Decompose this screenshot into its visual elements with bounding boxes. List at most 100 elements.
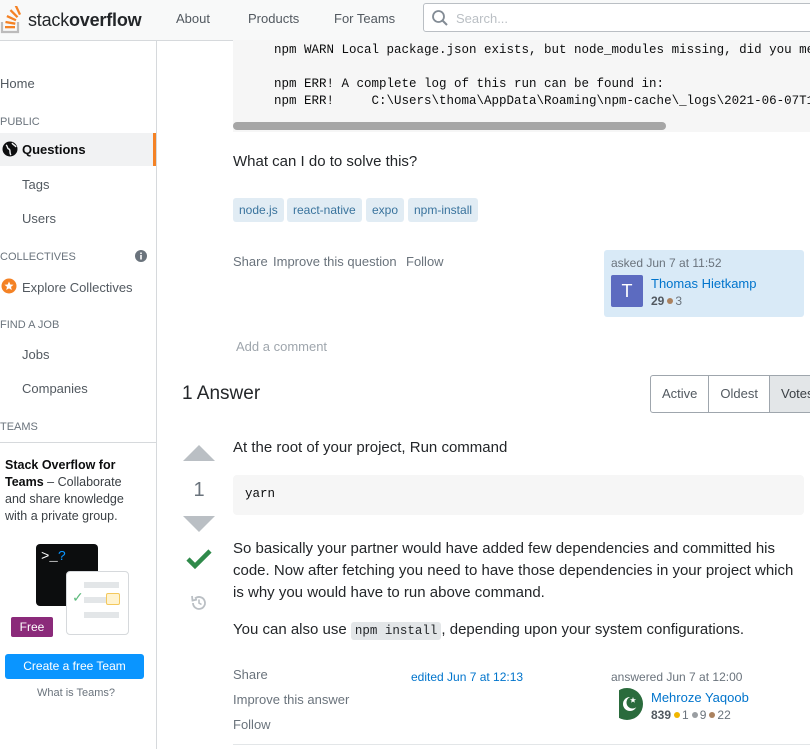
horizontal-scrollbar[interactable] [233,122,666,130]
teams-illustration: >_? ✓ Free [10,541,130,667]
logo-text: stackoverflow [28,9,142,31]
add-comment-link[interactable]: Add a comment [236,339,327,354]
tag-nodejs[interactable]: node.js [233,198,284,222]
gold-badge-icon [674,712,681,719]
code-line: npm ERR! A complete log of this run can … [274,77,664,91]
answered-timestamp: answered Jun 7 at 12:00 [611,670,743,684]
tag-npm-install[interactable]: npm-install [408,198,479,222]
nav-about[interactable]: About [176,11,210,26]
answer-divider [233,744,810,745]
answer-edited-link[interactable]: edited Jun 7 at 12:13 [411,670,523,684]
answer-code-text: yarn [245,487,276,501]
stackoverflow-logo-icon [0,6,22,34]
asked-timestamp: asked Jun 7 at 11:52 [611,256,722,270]
code-line-text: npm WARN Local package.json exists, but … [274,43,810,57]
top-bar: stackoverflow About Products For Teams [0,0,810,41]
sort-votes[interactable]: Votes [769,376,810,412]
accepted-check-icon [186,549,212,570]
terminal-prompt-icon: >_? [41,549,67,565]
teams-promo-text: Stack Overflow for Teams – Collaborate a… [5,457,140,525]
answer-also-paragraph: You can also use npm install, depending … [233,621,745,640]
upvote-icon[interactable] [182,444,216,462]
collectives-icon [1,278,17,294]
sidebar-heading-collectives: COLLECTIVES [0,251,76,263]
question-author-name[interactable]: Thomas Hietkamp [651,276,756,291]
sidebar-item-jobs[interactable]: Jobs [22,347,49,362]
question-author-bronze: 3 [675,294,683,308]
what-is-teams-link[interactable]: What is Teams? [37,687,115,699]
code-line: npm ERR! C:\Users\thoma\AppData\Roaming\… [274,94,810,108]
sidebar-item-companies[interactable]: Companies [22,381,88,396]
globe-icon [2,141,18,157]
avatar[interactable]: T [611,275,643,307]
sort-oldest[interactable]: Oldest [709,376,770,412]
answer-improve-link[interactable]: Improve this answer [233,692,349,707]
answer-follow-link[interactable]: Follow [233,717,271,732]
left-sidebar: Home PUBLIC Questions Tags Users COLLECT… [0,41,157,749]
answer-body-line: So basically your partner would have add… [233,540,775,557]
sidebar-heading-public: PUBLIC [0,116,40,128]
question-author-rep: 29 [651,294,665,308]
explore-collectives-label: Explore Collectives [22,280,133,295]
sidebar-item-users[interactable]: Users [22,211,56,226]
search-input[interactable] [454,8,808,29]
answer-intro: At the root of your project, Run command [233,439,508,456]
code-line: npm WARN Local package.json exists, but … [274,43,810,57]
inline-code-npm-install: npm install [350,622,442,640]
info-icon[interactable] [135,250,147,262]
silver-badge-icon [691,712,698,719]
answer-body-line: is why you would have to run above comma… [233,584,545,601]
answer-author-name[interactable]: Mehroze Yaqoob [651,690,749,705]
code-line-text: npm ERR! A complete log of this run can … [274,77,665,91]
question-author-stats: 29 3 [651,294,682,308]
tag-react-native[interactable]: react-native [287,198,362,222]
question-improve-link[interactable]: Improve this question [273,254,397,269]
card-line [84,612,119,618]
answer-author-silver: 9 [699,708,707,722]
question-follow-link[interactable]: Follow [406,254,444,269]
sidebar-item-tags[interactable]: Tags [22,177,49,192]
card-check-icon: ✓ [72,589,84,605]
question-code-block: npm WARN Local package.json exists, but … [233,40,810,132]
answer-owner-card: answered Jun 7 at 12:00 Mehroze Yaqoob 8… [604,664,810,724]
site-logo[interactable]: stackoverflow [0,3,142,37]
answer-also-post: , depending upon your system configurati… [441,621,745,638]
answer-body-line: code. Now after fetching you need to hav… [233,562,794,579]
question-owner-card: asked Jun 7 at 11:52 T Thomas Hietkamp 2… [604,250,804,317]
question-share-link[interactable]: Share [233,254,268,269]
nav-for-teams[interactable]: For Teams [334,11,395,26]
downvote-icon[interactable] [182,515,216,533]
bronze-badge-icon [667,298,674,305]
tag-expo[interactable]: expo [366,198,405,222]
answer-also-pre: You can also use [233,621,351,638]
nav-products[interactable]: Products [248,11,299,26]
card-line [84,582,119,588]
code-line-text: npm ERR! C:\Users\thoma\AppData\Roaming\… [274,94,810,108]
create-team-button[interactable]: Create a free Team [5,654,144,679]
answers-heading: 1 Answer [182,383,261,404]
sidebar-item-explore-collectives[interactable]: Explore Collectives [0,277,150,297]
sidebar-item-questions-label: Questions [22,142,86,157]
logo-bold: overflow [69,9,142,30]
answer-share-link[interactable]: Share [233,667,268,682]
sidebar-item-home[interactable]: Home [0,76,35,91]
history-icon[interactable] [190,594,208,612]
answer-vote-count: 1 [193,479,205,501]
answer-author-stats: 839 1 9 22 [651,708,731,722]
answer-author-gold: 1 [682,708,689,722]
bronze-badge-icon [709,712,716,719]
answer-body-paragraph: So basically your partner would have add… [233,538,810,604]
question-closing-text: What can I do to solve this? [233,153,418,170]
search-box[interactable] [423,3,810,32]
avatar[interactable] [611,688,643,720]
logo-prefix: stack [28,9,70,30]
answer-sort-tabs: Active Oldest Votes [650,375,810,413]
speech-bubble-icon [106,593,120,605]
sidebar-heading-find-job: FIND A JOB [0,319,60,331]
answer-author-rep: 839 [651,708,672,722]
sort-active[interactable]: Active [651,376,710,412]
teams-promo [0,442,156,443]
answer-code-block: yarn [233,475,804,515]
sidebar-item-questions[interactable]: Questions [0,133,156,166]
sidebar-heading-teams: TEAMS [0,421,38,433]
